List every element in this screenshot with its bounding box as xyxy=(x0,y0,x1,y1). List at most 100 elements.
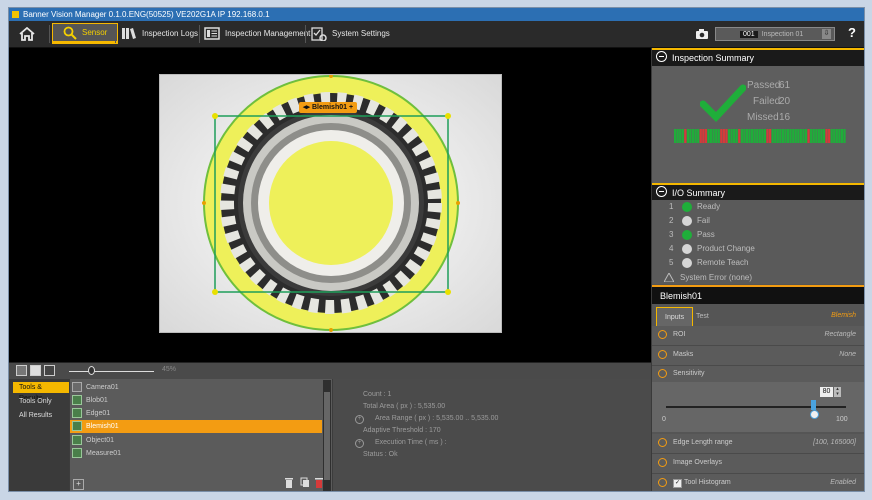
io-label: Pass xyxy=(697,230,715,239)
edge-tool-icon xyxy=(72,408,82,418)
add-tool-button[interactable]: + xyxy=(73,479,84,490)
history-mark xyxy=(735,129,738,143)
tool-results: Count : 1 Total Area ( px ) : 5,535.00 +… xyxy=(333,379,651,491)
tab-inspection-logs[interactable]: Inspection Logs xyxy=(121,23,198,44)
history-mark xyxy=(817,129,820,143)
view-mode-split-icon[interactable] xyxy=(16,365,27,376)
inspection-summary-title: Inspection Summary xyxy=(672,53,755,63)
inspection-image[interactable]: ◂▸ Blemish01 + xyxy=(159,74,502,333)
inspection-history-bar[interactable] xyxy=(674,129,846,143)
io-num: 3 xyxy=(669,230,674,239)
edge-length-label: Edge Length range xyxy=(673,439,733,446)
result-execution-time: Execution Time ( ms ) : xyxy=(375,439,447,446)
home-button[interactable] xyxy=(19,23,40,44)
sensitivity-input[interactable]: 80 xyxy=(820,387,833,397)
history-mark xyxy=(799,129,802,143)
history-mark xyxy=(684,129,687,143)
tool-roi-label[interactable]: ◂▸ Blemish01 + xyxy=(299,102,358,113)
history-mark xyxy=(699,129,702,143)
camera-icon xyxy=(696,28,708,39)
camera-tool-icon xyxy=(72,382,82,392)
image-overlays-row[interactable]: Image Overlays xyxy=(652,454,864,474)
tool-histogram-label: Tool Histogram xyxy=(684,479,731,486)
history-mark xyxy=(704,129,707,143)
history-mark xyxy=(768,129,772,143)
add-roi-icon[interactable]: + xyxy=(349,104,353,111)
list-item[interactable]: Blemish01 xyxy=(70,420,322,433)
history-mark xyxy=(779,129,782,143)
io-summary: 1 Ready 2 Fail 3 Pass 4 Product Change 5 Remo… xyxy=(652,200,864,284)
scrollbar-thumb[interactable] xyxy=(324,392,330,480)
list-item[interactable]: Blob01 xyxy=(70,394,322,407)
edge-length-row[interactable]: Edge Length range [100, 165000] xyxy=(652,434,864,454)
warning-icon xyxy=(664,273,674,282)
histogram-checkbox[interactable]: ✓ xyxy=(673,479,682,488)
stepper-icon[interactable]: ▴ ▾ xyxy=(834,387,841,397)
help-button[interactable]: ? xyxy=(848,25,856,40)
history-mark xyxy=(807,129,810,143)
sensitivity-row[interactable]: Sensitivity xyxy=(652,366,864,383)
zoom-slider-track[interactable] xyxy=(69,371,154,372)
expand-icon[interactable] xyxy=(658,330,667,339)
list-item[interactable]: Object01 xyxy=(70,434,322,447)
expand-icon[interactable] xyxy=(658,478,667,487)
inspection-selector[interactable]: 001 Inspection 01 ⇩ xyxy=(715,27,835,41)
main-nav: Sensor Inspection Logs Inspection Manage… xyxy=(9,21,864,48)
measure-tool-icon xyxy=(72,448,82,458)
camera-capture-button[interactable] xyxy=(695,23,714,44)
collapse-icon[interactable] xyxy=(656,51,667,62)
sensitivity-slider-track[interactable] xyxy=(666,406,846,408)
tab-inspection-logs-label: Inspection Logs xyxy=(142,29,199,38)
filter-tools-only[interactable]: Tools Only xyxy=(13,396,58,407)
tool-list-scrollbar[interactable] xyxy=(323,380,331,491)
history-mark xyxy=(761,129,764,143)
tab-system-settings[interactable]: System Settings xyxy=(311,23,390,44)
list-item[interactable]: Measure01 xyxy=(70,447,322,460)
copy-icon[interactable] xyxy=(300,477,310,488)
tab-inspection-management[interactable]: Inspection Management xyxy=(204,23,310,44)
history-mark xyxy=(681,129,684,143)
filter-tools-results[interactable]: Tools & Results xyxy=(13,382,69,402)
filter-all-results[interactable]: All Results xyxy=(13,410,58,421)
history-mark xyxy=(825,129,828,143)
sensitivity-slider-thumb[interactable] xyxy=(810,410,819,419)
list-window-icon xyxy=(204,27,220,40)
delete-icon[interactable] xyxy=(284,477,294,488)
tab-test[interactable]: Test xyxy=(688,307,717,326)
tab-sensor[interactable]: Sensor xyxy=(52,23,119,44)
title-bar: Banner Vision Manager 0.1.0.ENG(50525) V… xyxy=(9,8,864,21)
sensitivity-control: 80 ▴ ▾ 0 100 xyxy=(652,382,864,432)
masks-row[interactable]: Masks None xyxy=(652,346,864,366)
pass-check-icon xyxy=(700,84,746,122)
collapse-icon[interactable] xyxy=(658,369,667,378)
expand-icon[interactable] xyxy=(658,350,667,359)
view-mode-image-icon[interactable] xyxy=(44,365,55,376)
collapse-icon[interactable] xyxy=(656,186,667,197)
tool-roi-name: Blemish01 xyxy=(311,104,348,111)
roi-value: Rectangle xyxy=(824,331,856,338)
history-mark xyxy=(786,129,790,143)
image-viewer[interactable]: ◂▸ Blemish01 + xyxy=(9,48,651,362)
history-mark xyxy=(781,129,784,143)
tool-panel-title: Blemish01 xyxy=(652,285,864,304)
view-mode-single-icon[interactable] xyxy=(30,365,41,376)
masks-label: Masks xyxy=(673,351,694,358)
list-item[interactable]: Edge01 xyxy=(70,407,322,420)
expand-icon[interactable] xyxy=(658,458,667,467)
expand-icon[interactable]: + xyxy=(355,439,364,448)
zoom-slider-thumb[interactable] xyxy=(88,366,95,375)
history-mark xyxy=(822,129,826,143)
list-item[interactable]: Camera01 xyxy=(70,381,322,394)
stat-missed: Missed 16 xyxy=(747,112,837,123)
expand-icon[interactable] xyxy=(658,438,667,447)
expand-icon[interactable]: + xyxy=(355,415,364,424)
io-summary-header[interactable]: I/O Summary xyxy=(652,183,864,201)
tool-histogram-row[interactable]: ✓ Tool Histogram Enabled xyxy=(652,474,864,491)
io-label: Product Change xyxy=(697,244,755,253)
history-mark xyxy=(745,129,749,143)
history-mark xyxy=(838,129,841,143)
inspection-summary-header[interactable]: Inspection Summary xyxy=(652,48,864,66)
roi-row[interactable]: ROI Rectangle xyxy=(652,326,864,346)
inspection-export-icon[interactable]: ⇩ xyxy=(822,29,831,39)
history-mark xyxy=(743,129,746,143)
